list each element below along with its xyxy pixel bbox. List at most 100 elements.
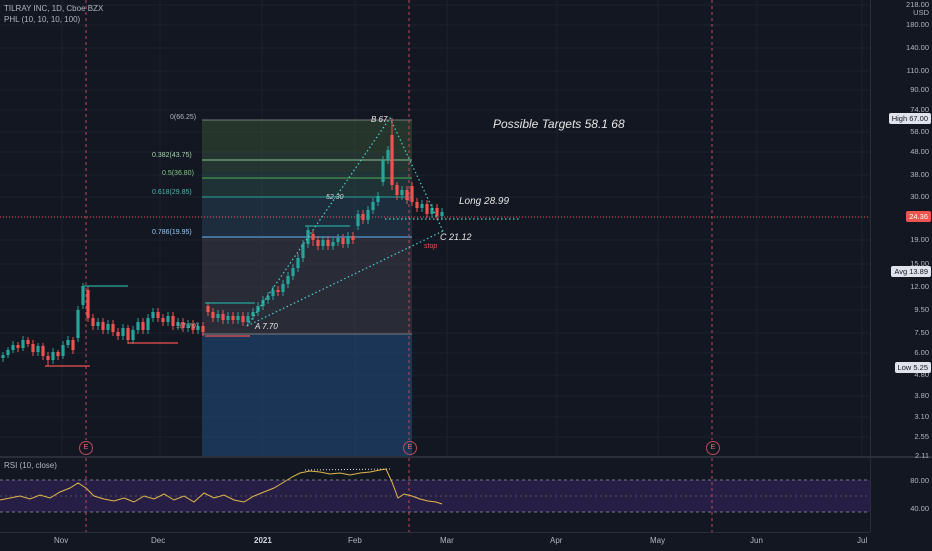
candle-body (76, 310, 80, 338)
candle-body (226, 316, 230, 320)
candle-body (31, 344, 35, 352)
candle-body (435, 208, 439, 216)
time-label: Nov (54, 536, 69, 545)
rsi-tick: 80.00 (910, 476, 929, 485)
last-price-badge: 24.36 (906, 211, 931, 222)
time-axis[interactable]: Nov Dec 2021 Feb Mar Apr May Jun Jul (0, 532, 870, 551)
candle-body (21, 340, 25, 348)
fib-level-786: 0.786(19.95) (152, 229, 192, 236)
time-label: Jul (857, 536, 868, 545)
earnings-marker[interactable]: E (79, 441, 93, 455)
price-tick: 38.00 (910, 170, 929, 179)
candle-body (86, 290, 90, 318)
candle-body (346, 236, 350, 244)
price-tick: 140.00 (906, 43, 929, 52)
time-label: Jun (750, 536, 763, 545)
price-tick: 3.10 (914, 412, 929, 421)
candle-body (410, 186, 414, 202)
candle-body (206, 306, 210, 312)
time-label: Apr (550, 536, 563, 545)
candle-body (381, 160, 385, 182)
candle-body (111, 324, 115, 332)
rsi-legend[interactable]: RSI (10, close) (4, 461, 57, 470)
candle-body (321, 240, 325, 246)
candle-body (71, 340, 75, 350)
candle-body (316, 240, 320, 246)
candle-body (96, 322, 100, 326)
stop-label: stop (424, 243, 438, 250)
targets-annotation: Possible Targets 58.1 68 (493, 117, 625, 131)
candle-body (161, 318, 165, 322)
price-tick: 2.11 (914, 451, 929, 460)
indicator-legend[interactable]: PHL (10, 10, 10, 100) (4, 15, 80, 24)
candle-body (66, 340, 70, 345)
candle-body (166, 316, 170, 322)
candle-body (91, 318, 95, 326)
candle-body (116, 332, 120, 336)
fib-level-0: 0(66.25) (170, 114, 197, 121)
fibonacci-retracement[interactable] (202, 119, 412, 456)
symbol-legend[interactable]: TILRAY INC, 1D, Cboe BZX (4, 4, 103, 13)
candle-body (306, 230, 310, 244)
price-tick: 6.00 (914, 348, 929, 357)
candle-body (236, 316, 240, 320)
price-tick: 19.00 (910, 235, 929, 244)
candle-body (131, 330, 135, 340)
candle-body (341, 238, 345, 244)
candle-body (51, 352, 55, 360)
candle-body (291, 268, 295, 276)
candle-body (276, 290, 280, 292)
grid (0, 0, 870, 456)
price-chart-pane[interactable]: 0(66.25) 0.382(43.75) 0.5(36.80) 0.618(2… (0, 0, 870, 456)
candle-body (366, 210, 370, 220)
avg-badge: Avg 13.89 (891, 266, 931, 277)
point-a-label: A 7.70 (255, 322, 278, 331)
candle-body (405, 190, 409, 200)
candle-body (146, 318, 150, 330)
low-badge: Low 5.25 (894, 362, 931, 373)
candle-body (26, 340, 30, 344)
earnings-marker[interactable]: E (403, 441, 417, 455)
high-badge: High 67.00 (888, 113, 931, 124)
candle-body (1, 355, 5, 358)
candle-body (266, 296, 270, 300)
rsi-tick: 40.00 (910, 504, 929, 513)
time-label: 2021 (254, 536, 272, 545)
candle-body (296, 258, 300, 268)
candle-body (415, 202, 419, 208)
candle-body (336, 238, 340, 242)
rsi-pane[interactable]: RSI (10, close) (0, 458, 870, 532)
fib-level-618: 0.618(29.85) (152, 189, 192, 196)
candle-body (390, 135, 394, 185)
fib-level-1: 1(7.70) (176, 323, 199, 330)
candle-body (231, 316, 235, 320)
candle-body (331, 242, 335, 246)
point-b-label: B 67 (371, 115, 388, 124)
price-scale[interactable]: 218.00 USD 180.00 140.00 110.00 90.00 74… (870, 0, 932, 532)
price-tick: 110.00 (906, 66, 929, 75)
price-chart-canvas[interactable] (0, 0, 870, 456)
candle-body (395, 185, 399, 195)
candle-body (425, 204, 429, 214)
candle-body (101, 322, 105, 330)
candle-body (286, 276, 290, 284)
candle-body (351, 236, 355, 240)
candle-body (326, 240, 330, 246)
price-tick: 30.00 (910, 192, 929, 201)
fib-level-500: 0.5(36.80) (162, 170, 194, 177)
long-entry-annotation: Long 28.99 (459, 196, 510, 207)
price-tick: 58.00 (910, 127, 929, 136)
candle-body (356, 214, 360, 226)
candle-body (156, 312, 160, 318)
time-label: Dec (151, 536, 166, 545)
candle-body (141, 322, 145, 330)
candle-body (41, 346, 45, 356)
candle-body (211, 312, 215, 318)
candle-body (440, 212, 444, 216)
price-tick: 48.00 (910, 147, 929, 156)
ratio-label: 52.30 (326, 194, 344, 201)
earnings-marker[interactable]: E (706, 441, 720, 455)
candle-body (420, 204, 424, 208)
candle-body (271, 290, 275, 296)
candle-body (281, 284, 285, 292)
